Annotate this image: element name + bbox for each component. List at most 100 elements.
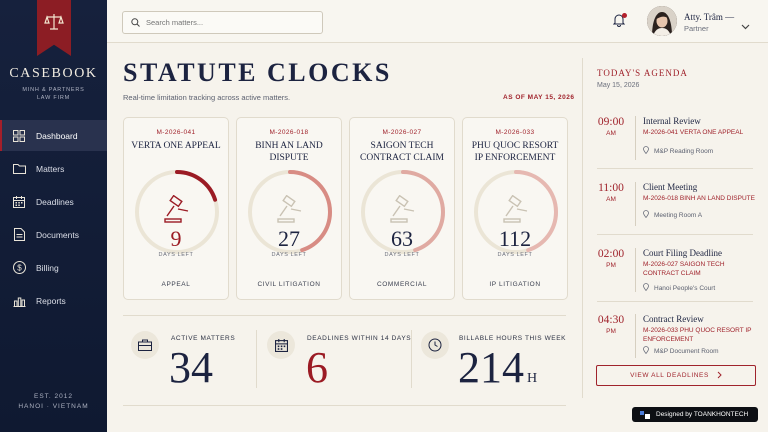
divider <box>597 168 753 169</box>
brand-subtitle: MINH & PARTNERS LAW FIRM <box>0 86 107 102</box>
svg-text:$: $ <box>17 264 22 273</box>
designer-logo-icon <box>640 410 650 419</box>
matter-name: PHU QUOC RESORT IP ENFORCEMENT <box>471 141 559 163</box>
credit-text: Designed by TOANKHONTECH <box>656 411 749 418</box>
page-subtitle: Real-time limitation tracking across act… <box>123 93 291 102</box>
user-role: Partner <box>684 24 709 33</box>
gavel-icon <box>388 194 418 230</box>
folder-icon <box>12 162 26 176</box>
event-matter: M-2026-027 SAIGON TECH CONTRACT CLAIM <box>643 261 725 277</box>
matter-name: BINH AN LAND DISPUTE <box>255 141 323 163</box>
stat-number: 6 <box>306 343 328 392</box>
sidebar-item-matters[interactable]: Matters <box>0 153 107 184</box>
days-left-value: 27 <box>278 226 300 251</box>
days-left-value: 9 <box>170 226 182 251</box>
search-input[interactable] <box>146 18 306 27</box>
brand-sub-line: MINH & PARTNERS <box>22 87 85 93</box>
gavel-icon <box>162 194 192 230</box>
button-label: VIEW ALL DEADLINES <box>630 372 709 379</box>
divider <box>635 248 636 292</box>
divider <box>635 116 636 160</box>
document-icon <box>12 228 26 242</box>
event-title: Internal Review <box>643 116 701 126</box>
brand-name: CASEBOOK <box>9 66 98 81</box>
event-title: Court Filing Deadline <box>643 248 722 258</box>
stat-value: 34 <box>169 344 213 392</box>
event-location: M&P Document Room <box>643 346 719 356</box>
days-left-label: DAYS LEFT <box>497 252 533 258</box>
days-left-label: DAYS LEFT <box>384 252 420 258</box>
matter-name: VERTA ONE APPEAL <box>131 141 221 151</box>
search-icon <box>131 14 140 32</box>
event-location: Meeting Room A <box>643 210 702 220</box>
event-title: Client Meeting <box>643 182 698 192</box>
firm-established: EST. 2012 HANOI · VIETNAM <box>0 392 107 412</box>
matter-category: COMMERCIAL <box>376 281 428 288</box>
as-of-date: AS OF MAY 15, 2026 <box>503 94 575 101</box>
sidebar: CASEBOOK MINH & PARTNERS LAW FIRM Dashbo… <box>0 0 107 432</box>
days-left-label: DAYS LEFT <box>158 252 194 258</box>
event-location: Hanoi People's Court <box>643 283 715 293</box>
event-matter: M-2026-018 BINH AN LAND DISPUTE <box>643 195 755 202</box>
days-left-value: 112 <box>498 226 532 251</box>
matter-code: M-2026-041 <box>156 129 196 136</box>
brand-sub-line: LAW FIRM <box>36 95 71 101</box>
search-box[interactable] <box>122 11 323 34</box>
statute-clock-card[interactable]: M-2026-018 BINH AN LAND DISPUTE 27 DAYS LEF… <box>236 117 342 300</box>
topbar: Atty. Trâm — Partner <box>107 0 768 43</box>
matter-code: M-2026-027 <box>382 129 422 136</box>
matter-code: M-2026-018 <box>269 129 309 136</box>
gavel-icon <box>275 194 305 230</box>
event-time: 09:00 <box>597 116 625 128</box>
divider <box>635 182 636 226</box>
chevron-right-icon <box>717 371 722 381</box>
matter-code: M-2026-033 <box>495 129 535 136</box>
sidebar-item-documents[interactable]: Documents <box>0 219 107 250</box>
view-all-deadlines-button[interactable]: VIEW ALL DEADLINES <box>596 365 756 386</box>
location-text: M&P Document Room <box>654 347 719 355</box>
agenda-title: TODAY'S AGENDA <box>597 68 688 78</box>
event-time: 02:00 <box>597 248 625 260</box>
matter-category: APPEAL <box>161 281 191 288</box>
chevron-down-icon[interactable] <box>741 17 750 35</box>
days-left-label: DAYS LEFT <box>271 252 307 258</box>
statute-clock-card[interactable]: M-2026-041 VERTA ONE APPEAL 9 DAYS LEFT APPE… <box>123 117 229 300</box>
matter-name: SAIGON TECH CONTRACT CLAIM <box>359 141 444 163</box>
avatar[interactable] <box>647 6 677 36</box>
event-time: 04:30 <box>597 314 625 326</box>
todays-agenda: TODAY'S AGENDA May 15, 2026 09:00 AM Int… <box>582 58 768 398</box>
stat-number: 34 <box>169 343 213 392</box>
bar-chart-icon <box>12 294 26 308</box>
agenda-date: May 15, 2026 <box>597 82 640 89</box>
pin-icon <box>643 346 649 356</box>
matter-category: CIVIL LITIGATION <box>257 281 321 288</box>
event-ampm: PM <box>606 262 616 269</box>
page-title: STATUTE CLOCKS <box>123 58 392 87</box>
sidebar-item-label: Billing <box>36 262 59 273</box>
sidebar-item-reports[interactable]: Reports <box>0 285 107 316</box>
calendar-icon <box>267 331 295 359</box>
sidebar-item-deadlines[interactable]: Deadlines <box>0 186 107 217</box>
sidebar-item-label: Reports <box>36 295 66 306</box>
divider <box>597 301 753 302</box>
sidebar-item-dashboard[interactable]: Dashboard <box>0 120 107 151</box>
event-matter: M-2026-041 VERTA ONE APPEAL <box>643 129 744 136</box>
event-ampm: AM <box>606 130 616 137</box>
notification-dot <box>622 13 627 18</box>
event-ampm: PM <box>606 328 616 335</box>
event-title: Contract Review <box>643 314 704 324</box>
statute-clock-card[interactable]: M-2026-033 PHU QUOC RESORT IP ENFORCEMENT… <box>462 117 568 300</box>
pin-icon <box>643 210 649 220</box>
days-left-value: 63 <box>391 226 413 251</box>
sidebar-item-billing[interactable]: $ Billing <box>0 252 107 283</box>
stat-label: BILLABLE HOURS THIS WEEK <box>459 335 567 342</box>
statute-clock-card[interactable]: M-2026-027 SAIGON TECH CONTRACT CLAIM 63 DA… <box>349 117 455 300</box>
sidebar-nav: Dashboard Matters Deadlines Documents $ … <box>0 120 107 318</box>
stat-number: 214 <box>458 343 524 392</box>
notifications-button[interactable] <box>612 13 627 32</box>
clock-icon <box>421 331 449 359</box>
firm-location: HANOI · VIETNAM <box>18 403 89 410</box>
divider <box>123 405 566 406</box>
stat-unit: H <box>527 371 538 386</box>
est-year: EST. 2012 <box>34 393 73 400</box>
